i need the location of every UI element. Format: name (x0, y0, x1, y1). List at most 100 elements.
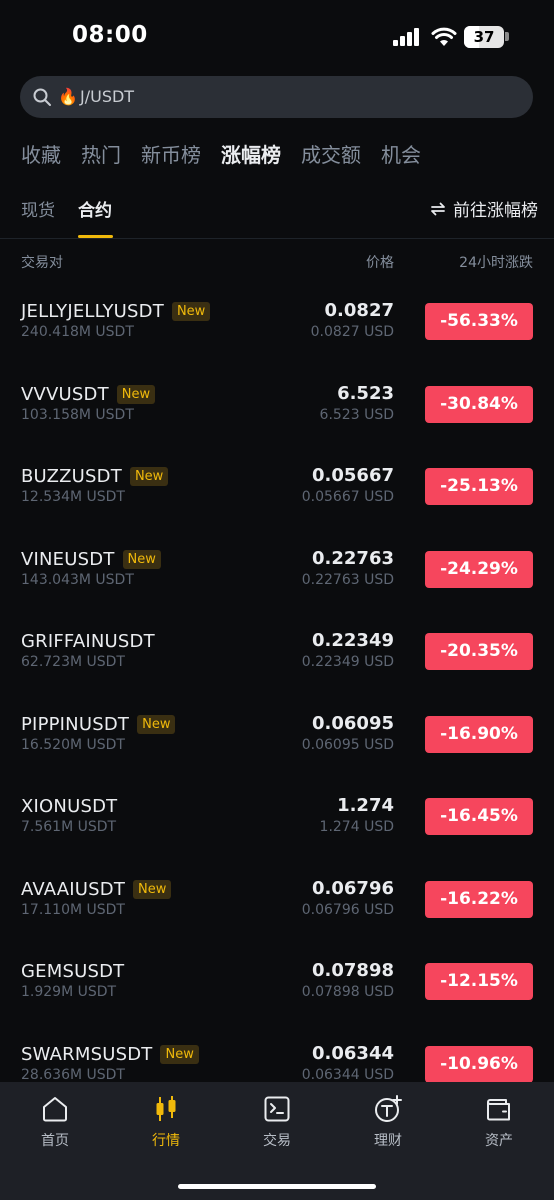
market-row[interactable]: GEMSUSDT 1.929M USDT 0.07898 0.07898 USD… (0, 958, 554, 1040)
tab-gainers[interactable]: 涨幅榜 (221, 139, 281, 167)
home-indicator (178, 1184, 376, 1189)
nav-label-assets: 资产 (485, 1133, 513, 1149)
price-usd: 0.05667 USD (301, 489, 394, 505)
change-badge[interactable]: -16.22% (425, 881, 533, 918)
symbol-name: GRIFFAINUSDT (21, 630, 155, 652)
symbol-cell: VVVUSDT New (21, 381, 156, 407)
market-row[interactable]: GRIFFAINUSDT 62.723M USDT 0.22349 0.2234… (0, 628, 554, 710)
tab-spot[interactable]: 现货 (21, 196, 55, 221)
column-header-price: 价格 (366, 255, 394, 271)
search-bar[interactable]: 🔥 J/USDT (20, 76, 533, 118)
market-row[interactable]: XIONUSDT 7.561M USDT 1.274 1.274 USD -16… (0, 793, 554, 875)
tab-hot[interactable]: 热门 (81, 139, 121, 167)
symbol-cell: GRIFFAINUSDT (21, 628, 155, 654)
symbol-name: AVAAIUSDT (21, 878, 126, 900)
volume-text: 62.723M USDT (21, 654, 125, 670)
category-tabs: 收藏 热门 新币榜 涨幅榜 成交额 机会 (21, 139, 421, 167)
new-badge: New (133, 879, 172, 899)
goto-gainers-link[interactable]: 前往涨幅榜 (429, 196, 538, 221)
symbol-name: GEMSUSDT (21, 960, 125, 982)
price-usd: 1.274 USD (319, 819, 394, 835)
nav-label-earn: 理财 (374, 1133, 402, 1149)
new-badge: New (137, 714, 176, 734)
volume-text: 28.636M USDT (21, 1067, 125, 1083)
symbol-name: XIONUSDT (21, 795, 118, 817)
symbol-cell: GEMSUSDT (21, 958, 124, 984)
market-row[interactable]: AVAAIUSDT New 17.110M USDT 0.06796 0.067… (0, 876, 554, 958)
column-header-pair: 交易对 (21, 255, 63, 271)
last-price: 0.07898 (312, 960, 394, 981)
tab-favorites[interactable]: 收藏 (21, 139, 61, 167)
change-badge[interactable]: -56.33% (425, 303, 533, 340)
nav-item-assets[interactable]: 资产 (454, 1094, 544, 1150)
change-badge[interactable]: -25.13% (425, 468, 533, 505)
volume-text: 7.561M USDT (21, 819, 117, 835)
market-row[interactable]: BUZZUSDT New 12.534M USDT 0.05667 0.0566… (0, 463, 554, 545)
change-badge[interactable]: -12.15% (425, 963, 533, 1000)
markets-icon (156, 1096, 176, 1121)
market-row[interactable]: PIPPINUSDT New 16.520M USDT 0.06095 0.06… (0, 711, 554, 793)
battery-icon: 37 (464, 26, 504, 48)
price-usd: 0.22349 USD (301, 654, 394, 670)
market-row[interactable]: VINEUSDT New 143.043M USDT 0.22763 0.227… (0, 546, 554, 628)
last-price: 0.0827 (324, 300, 394, 321)
earn-icon (375, 1095, 402, 1122)
tab-opportunities[interactable]: 机会 (381, 139, 421, 167)
divider (0, 238, 554, 239)
trade-icon (264, 1096, 290, 1122)
cellular-signal-icon (393, 28, 421, 46)
symbol-name: BUZZUSDT (21, 465, 122, 487)
volume-text: 12.534M USDT (21, 489, 125, 505)
symbol-name: JELLYJELLYUSDT (21, 300, 164, 322)
symbol-cell: VINEUSDT New (21, 546, 161, 572)
tab-volume[interactable]: 成交额 (301, 139, 361, 167)
price-usd: 0.07898 USD (301, 984, 394, 1000)
price-usd: 0.06344 USD (301, 1067, 394, 1083)
status-time: 08:00 (72, 22, 148, 48)
change-badge[interactable]: -20.35% (425, 633, 533, 670)
home-icon (43, 1097, 67, 1122)
nav-item-markets[interactable]: 行情 (121, 1094, 211, 1150)
change-badge[interactable]: -30.84% (425, 386, 533, 423)
wallet-icon (487, 1099, 510, 1121)
price-usd: 0.06095 USD (301, 737, 394, 753)
nav-label-trade: 交易 (263, 1133, 291, 1149)
last-price: 6.523 (337, 383, 394, 404)
price-usd: 0.06796 USD (301, 902, 394, 918)
last-price: 0.05667 (312, 465, 394, 486)
new-badge: New (122, 549, 161, 569)
tab-new-listings[interactable]: 新币榜 (141, 139, 201, 167)
battery-percent: 37 (473, 28, 495, 46)
new-badge: New (129, 466, 169, 486)
market-row[interactable]: VVVUSDT New 103.158M USDT 6.523 6.523 US… (0, 381, 554, 463)
change-badge[interactable]: -16.45% (425, 798, 533, 835)
last-price: 0.06095 (312, 713, 394, 734)
search-icon (33, 88, 51, 106)
last-price: 1.274 (337, 795, 394, 816)
symbol-cell: BUZZUSDT New (21, 463, 169, 489)
symbol-cell: XIONUSDT (21, 793, 117, 819)
last-price: 0.22349 (312, 630, 394, 651)
search-input[interactable]: J/USDT (80, 87, 134, 106)
change-badge[interactable]: -24.29% (425, 551, 533, 588)
nav-item-earn[interactable]: 理财 (343, 1094, 433, 1150)
change-badge[interactable]: -16.90% (425, 716, 533, 753)
status-bar: 08:00 37 (0, 0, 554, 70)
last-price: 0.22763 (312, 548, 394, 569)
new-badge: New (160, 1044, 199, 1064)
price-usd: 0.0827 USD (310, 324, 394, 340)
tab-futures[interactable]: 合约 (78, 196, 112, 221)
volume-text: 1.929M USDT (21, 984, 117, 1000)
change-badge[interactable]: -10.96% (425, 1046, 533, 1083)
volume-text: 16.520M USDT (21, 737, 125, 753)
nav-label-home: 首页 (41, 1133, 69, 1149)
bottom-nav: 首页 行情 交易 理财 资产 (0, 1082, 554, 1200)
nav-label-markets: 行情 (152, 1133, 180, 1149)
market-row[interactable]: JELLYJELLYUSDT New 240.418M USDT 0.0827 … (0, 298, 554, 380)
volume-text: 17.110M USDT (21, 902, 125, 918)
nav-item-trade[interactable]: 交易 (232, 1094, 322, 1150)
volume-text: 240.418M USDT (21, 324, 134, 340)
last-price: 0.06796 (312, 878, 394, 899)
nav-item-home[interactable]: 首页 (10, 1094, 100, 1150)
symbol-cell: SWARMSUSDT New (21, 1041, 199, 1067)
